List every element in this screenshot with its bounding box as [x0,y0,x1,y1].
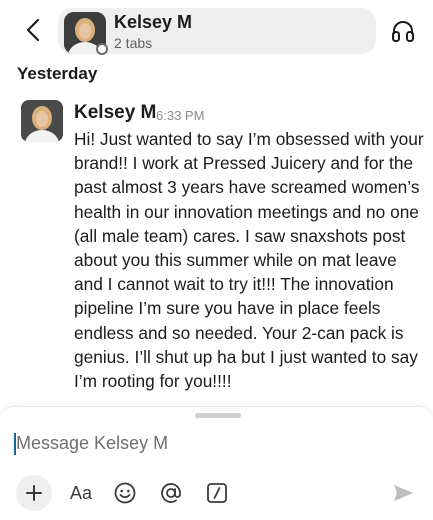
presence-indicator [96,43,108,55]
message-text: Hi! Just wanted to say I’m obsessed with… [74,129,424,392]
slash-command-button[interactable] [204,479,230,507]
add-attachment-button[interactable] [16,475,52,511]
chevron-left-icon [26,18,40,42]
headphones-icon [392,21,414,42]
composer-drag-handle[interactable] [195,413,241,418]
mention-icon [161,483,181,503]
text-cursor [14,433,16,455]
text-format-button[interactable]: Aa [66,479,96,507]
message-input[interactable] [14,428,414,458]
message-timestamp: 6:33 PM [156,108,205,123]
tabs-count: 2 tabs [114,35,153,51]
conversation-title: Kelsey M [114,12,193,32]
plus-icon [26,485,42,501]
huddle-button[interactable] [390,18,416,44]
send-icon [394,485,413,501]
emoji-button[interactable] [112,479,138,507]
message-avatar[interactable] [21,100,63,142]
send-button[interactable] [388,479,418,507]
back-button[interactable] [20,16,46,44]
message-author[interactable]: Kelsey M [74,102,156,124]
emoji-icon [114,482,136,504]
slash-command-icon [207,483,227,503]
text-format-icon: Aa [69,482,93,503]
day-divider: Yesterday [17,64,98,83]
mention-button[interactable] [158,479,184,507]
